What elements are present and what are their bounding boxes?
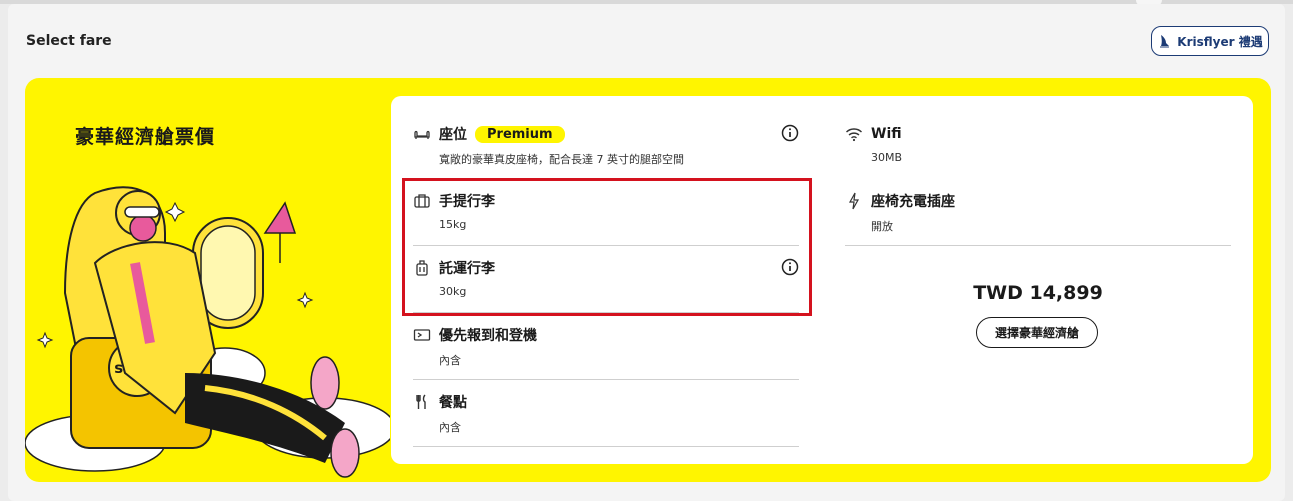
power-icon: [845, 192, 863, 210]
feature-label: 餐點: [439, 395, 467, 411]
fare-details: 座位 Premium 寬敞的豪華真皮座椅，配合長達 7 英寸的腿部空間 手提行李…: [391, 96, 1253, 464]
passenger-illustration: scoot: [25, 186, 390, 478]
feature-label: Wifi: [871, 126, 902, 142]
fare-name: 豪華經濟艙票價: [75, 126, 216, 148]
checked-bag-icon: [413, 259, 431, 277]
feature-label: 手提行李: [439, 194, 495, 210]
feature-value: 開放: [871, 220, 893, 233]
feature-checked-bag: 託運行李 30kg: [413, 258, 799, 298]
seat-icon: [413, 125, 431, 143]
carry-on-bag-icon: [413, 192, 431, 210]
divider: [413, 379, 799, 380]
premium-badge: Premium: [475, 125, 565, 143]
feature-power: 座椅充電插座 開放: [845, 191, 1235, 234]
wifi-icon: [845, 125, 863, 143]
divider: [845, 245, 1231, 246]
feature-wifi: Wifi 30MB: [845, 124, 1235, 164]
krisflyer-button[interactable]: Krisflyer 禮遇: [1151, 26, 1269, 56]
feature-value: 內含: [439, 421, 461, 434]
fare-price: TWD 14,899: [973, 282, 1103, 304]
meal-icon: [413, 393, 431, 411]
feature-value: 內含: [439, 354, 461, 367]
feature-carry-on: 手提行李 15kg: [413, 191, 791, 231]
info-icon[interactable]: [781, 124, 799, 142]
feature-value: 30MB: [871, 151, 903, 164]
feature-label: 座位: [439, 127, 467, 143]
krisflyer-label: Krisflyer 禮遇: [1177, 34, 1263, 49]
feature-priority: 優先報到和登機 內含: [413, 325, 799, 368]
feature-seat: 座位 Premium 寬敞的豪華真皮座椅，配合長達 7 英寸的腿部空間: [413, 124, 799, 167]
fare-card: 豪華經濟艙票價 scoot 座位: [25, 78, 1271, 482]
feature-label: 優先報到和登機: [439, 328, 537, 344]
divider: [413, 245, 799, 246]
feature-meal: 餐點 內含: [413, 392, 799, 435]
priority-boarding-icon: [413, 326, 431, 344]
krisflyer-bird-icon: [1160, 35, 1170, 48]
feature-value: 寬敞的豪華真皮座椅，配合長達 7 英寸的腿部空間: [439, 153, 684, 166]
section-title: Select fare: [26, 33, 112, 49]
feature-label: 託運行李: [439, 261, 495, 277]
divider: [413, 446, 799, 447]
info-icon[interactable]: [781, 258, 799, 276]
feature-label: 座椅充電插座: [871, 194, 955, 210]
divider: [413, 312, 799, 313]
feature-value: 15kg: [439, 218, 467, 231]
select-fare-button[interactable]: 選擇豪華經濟艙: [976, 317, 1098, 348]
feature-value: 30kg: [439, 285, 467, 298]
